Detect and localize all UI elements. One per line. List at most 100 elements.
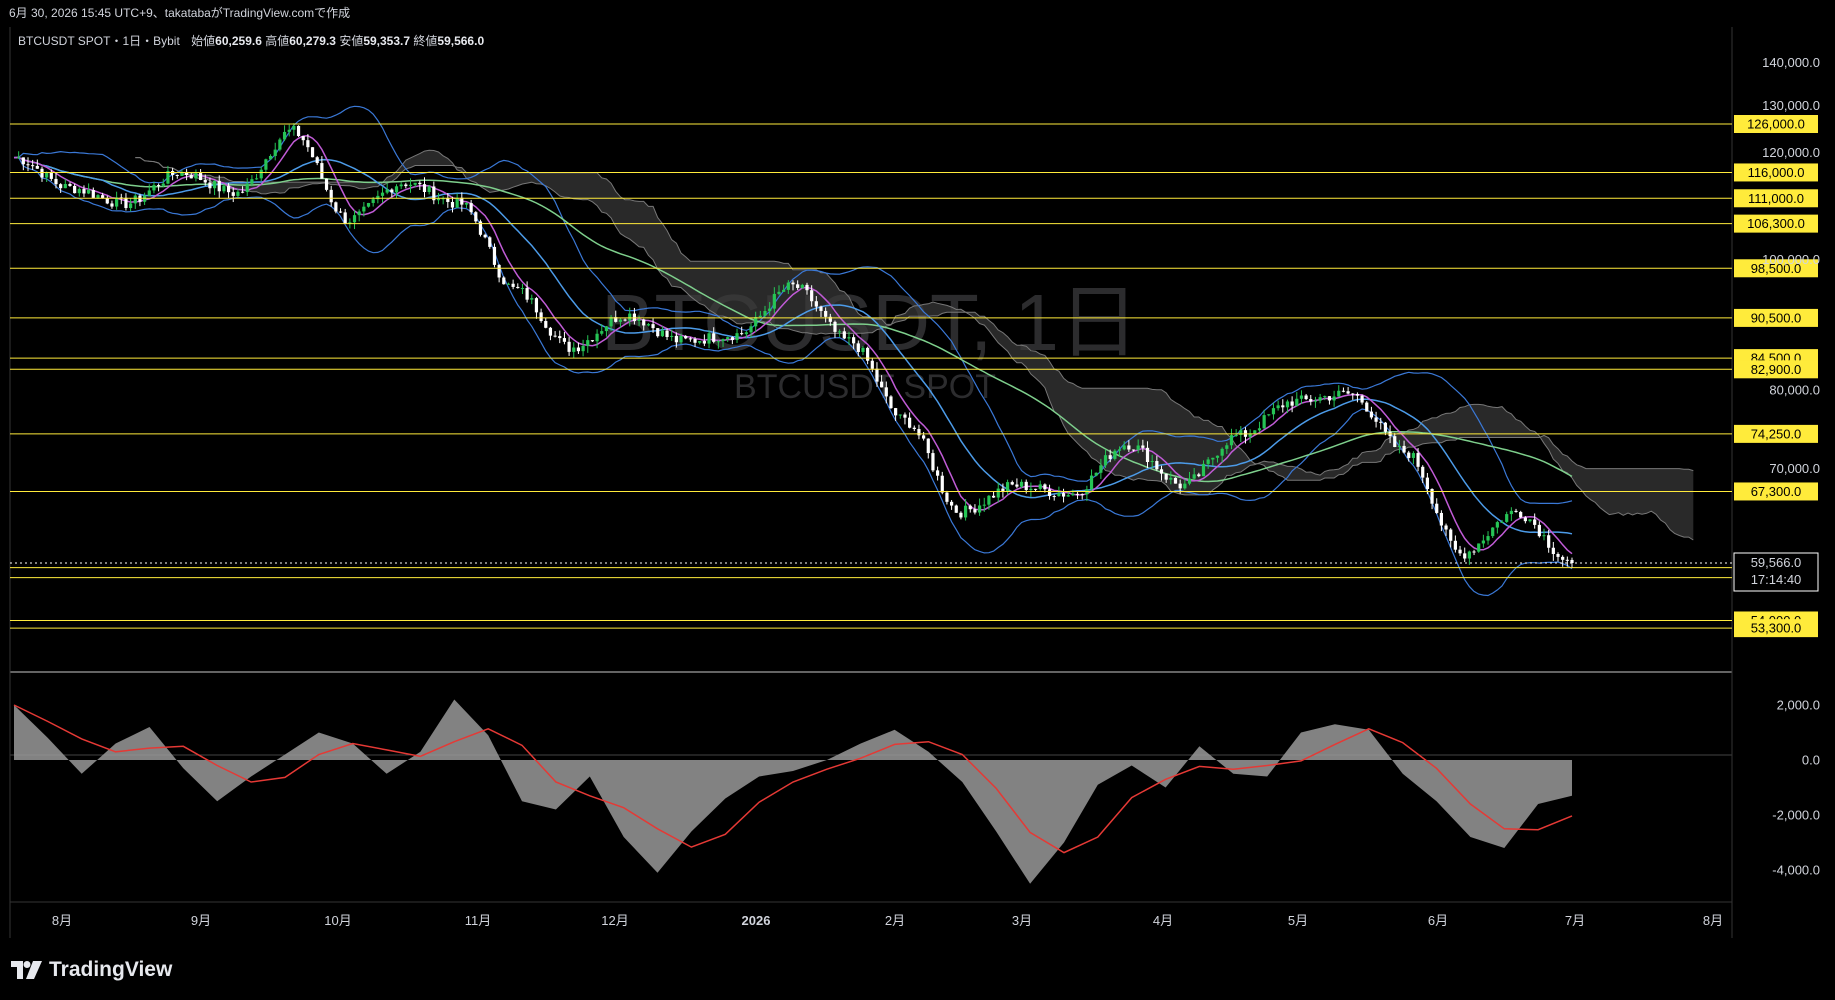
candle-body <box>936 470 940 476</box>
candle-body <box>152 185 156 191</box>
legend-close: 59,566.0 <box>437 34 485 48</box>
level-label: 126,000.0 <box>1747 117 1805 132</box>
candle-body <box>567 341 571 352</box>
candle-body <box>469 203 473 213</box>
candle-body <box>604 326 609 332</box>
candle-body <box>1019 481 1024 487</box>
price-tick: 130,000.0 <box>1762 98 1820 113</box>
candle-body <box>497 264 501 278</box>
candle-body <box>488 237 492 247</box>
candle-body <box>800 284 804 288</box>
tradingview-logo[interactable]: TradingView <box>11 958 172 982</box>
candle-body <box>506 283 511 285</box>
candle-body <box>777 291 781 294</box>
candle-body <box>595 333 599 342</box>
candle-body <box>1444 525 1448 530</box>
candle-body <box>1071 493 1075 496</box>
candle-body <box>824 310 828 317</box>
candle-body <box>931 453 935 471</box>
candle-body <box>1374 417 1378 422</box>
candle-body <box>520 288 525 290</box>
candle <box>1351 393 1355 400</box>
candle-body <box>474 212 478 222</box>
candle <box>1341 387 1346 393</box>
candle-body <box>1407 452 1411 458</box>
candle-body <box>194 172 198 179</box>
candle-body <box>1402 445 1406 453</box>
candle <box>1547 529 1551 553</box>
candle <box>376 190 380 204</box>
candle <box>553 331 557 338</box>
candle <box>245 178 249 197</box>
candle-body <box>749 326 753 333</box>
level-label: 67,300.0 <box>1751 484 1802 499</box>
chart-canvas[interactable]: BTCUSDT, 1日 BTCUSDT SPOT 126,000.0116,00… <box>0 0 1835 938</box>
candle <box>404 182 408 189</box>
candle-body <box>1043 484 1047 490</box>
candle <box>1248 429 1252 443</box>
candle-body <box>810 290 814 302</box>
candle-body <box>693 338 697 343</box>
candle-body <box>656 328 660 337</box>
candle-body <box>954 505 958 513</box>
candle-body <box>590 340 595 342</box>
level-label: 82,900.0 <box>1751 362 1802 377</box>
candle <box>558 330 562 344</box>
candle <box>1505 511 1509 523</box>
candle <box>45 171 49 183</box>
candle-body <box>1206 459 1210 464</box>
candle-body <box>1024 481 1028 491</box>
candle-body <box>343 212 347 224</box>
candle-body <box>198 172 203 181</box>
candle <box>1052 494 1056 501</box>
candle <box>259 166 263 182</box>
candle-body <box>1234 435 1238 437</box>
candle-body <box>898 414 902 416</box>
candle-body <box>133 195 137 204</box>
candle-body <box>744 332 748 335</box>
candle <box>455 193 459 208</box>
candle-body <box>278 139 282 150</box>
candle-body <box>623 319 627 321</box>
candle <box>567 337 571 356</box>
candle-body <box>1225 445 1229 449</box>
candle-body <box>31 165 35 167</box>
candle-body <box>632 313 637 322</box>
candle-body <box>1561 556 1565 560</box>
candle-body <box>884 387 888 397</box>
candle-body <box>940 475 944 493</box>
candle-body <box>217 180 221 192</box>
candle <box>1486 531 1490 545</box>
candle-body <box>222 185 226 192</box>
time-axis[interactable]: 8月 9月 10月 11月 12月 2026 2月 3月 4月 5月 6月 7月 8月 <box>52 913 1723 928</box>
candle-body <box>21 157 25 165</box>
candle-body <box>212 180 217 189</box>
candle-body <box>530 298 534 300</box>
candle-body <box>894 408 898 416</box>
candle-body <box>1155 461 1159 470</box>
level-label: 74,250.0 <box>1751 426 1802 441</box>
candle <box>212 180 217 196</box>
candle-body <box>674 335 678 343</box>
candle <box>441 196 445 205</box>
candle-body <box>1145 447 1150 462</box>
candle <box>273 142 277 161</box>
ohlc-legend: BTCUSDT SPOT・1日・Bybit 始値60,259.6 高値60,27… <box>18 32 484 49</box>
candle-body <box>1449 529 1453 541</box>
macd-pane <box>13 699 1573 884</box>
price-axis[interactable]: 126,000.0116,000.0111,000.0106,300.098,5… <box>1733 55 1820 878</box>
candle-body <box>1127 445 1131 450</box>
candle <box>133 193 137 209</box>
candle-body <box>1173 477 1178 484</box>
candle <box>903 412 907 425</box>
time-tick: 9月 <box>191 913 211 928</box>
candle-body <box>157 185 161 187</box>
candle-body <box>511 283 515 287</box>
candle <box>315 155 319 166</box>
candle-body <box>637 319 641 322</box>
candle-body <box>1015 484 1019 487</box>
candle <box>525 281 529 303</box>
candle-body <box>838 331 842 333</box>
candle-body <box>460 197 464 205</box>
candle <box>170 167 175 181</box>
